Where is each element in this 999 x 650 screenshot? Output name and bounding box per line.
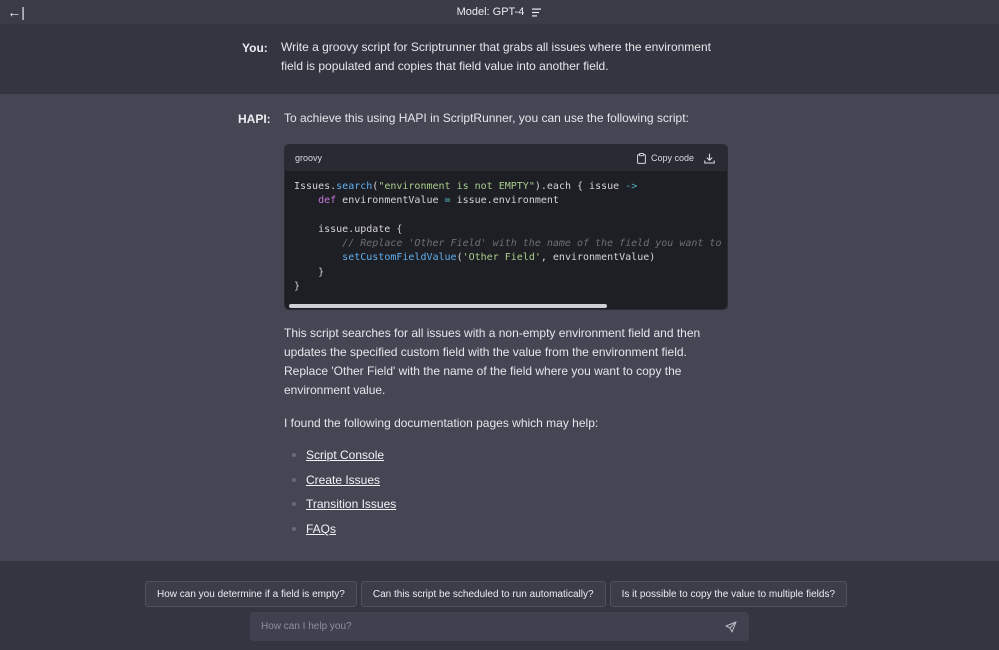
list-item: FAQs (292, 521, 396, 546)
doc-link-transition-issues[interactable]: Transition Issues (306, 497, 396, 511)
model-label: Model: GPT-4 (456, 6, 525, 18)
doc-links-list: Script Console Create Issues Transition … (292, 447, 396, 545)
list-item: Transition Issues (292, 496, 396, 521)
list-item: Script Console (292, 447, 396, 472)
composer-panel: How can you determine if a field is empt… (0, 561, 999, 650)
suggestion-button[interactable]: Is it possible to copy the value to mult… (609, 581, 848, 607)
docs-intro-text: I found the following documentation page… (284, 416, 599, 430)
suggestion-list: How can you determine if a field is empt… (145, 581, 848, 607)
doc-link-script-console[interactable]: Script Console (306, 448, 384, 462)
list-item: Create Issues (292, 472, 396, 497)
message-input-wrap (250, 612, 749, 641)
download-button[interactable] (704, 153, 715, 164)
doc-link-create-issues[interactable]: Create Issues (306, 473, 380, 487)
code-actions: Copy code (637, 152, 715, 164)
clipboard-icon (637, 152, 646, 164)
user-speaker-label: You: (242, 41, 268, 55)
menu-icon (532, 8, 542, 16)
code-horizontal-scrollbar[interactable] (289, 304, 607, 308)
code-content: Issues.search("environment is not EMPTY"… (294, 181, 727, 293)
user-message-row: You: Write a groovy script for Scriptrun… (0, 24, 999, 94)
suggestion-button[interactable]: Can this script be scheduled to run auto… (360, 581, 606, 607)
model-selector[interactable]: Model: GPT-4 (457, 6, 543, 18)
code-header: groovy Copy code (285, 145, 727, 171)
suggestion-button[interactable]: How can you determine if a field is empt… (145, 581, 357, 607)
copy-code-button[interactable]: Copy code (637, 152, 694, 164)
top-bar: ←| Model: GPT-4 (0, 0, 999, 24)
code-language-label: groovy (295, 153, 323, 163)
message-input[interactable] (250, 620, 719, 633)
code-block: groovy Copy code Issues.search("environm… (284, 144, 728, 310)
user-message-text: Write a groovy script for Scriptrunner t… (281, 40, 711, 73)
assistant-speaker-label: HAPI: (238, 112, 271, 126)
send-icon (725, 621, 737, 632)
doc-link-faqs[interactable]: FAQs (306, 522, 336, 536)
download-icon (704, 153, 715, 164)
assistant-intro-text: To achieve this using HAPI in ScriptRunn… (284, 111, 689, 125)
back-arrow-icon[interactable]: ←| (7, 3, 25, 21)
send-button[interactable] (719, 615, 743, 639)
assistant-explanation-text: This script searches for all issues with… (284, 326, 701, 397)
copy-code-label: Copy code (650, 153, 694, 163)
